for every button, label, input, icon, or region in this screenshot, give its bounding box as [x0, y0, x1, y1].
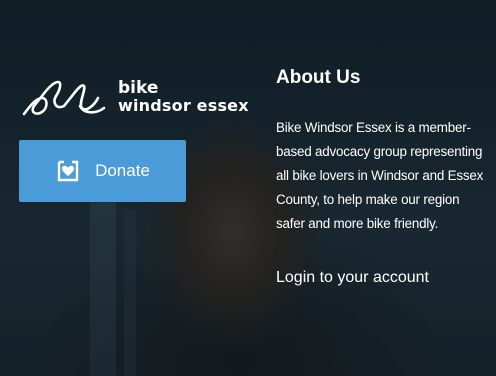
logo-line-2: windsor essex: [118, 96, 249, 115]
about-description: Bike Windsor Essex is a member-based adv…: [276, 120, 484, 231]
donate-button[interactable]: Donate: [19, 140, 186, 202]
logo-wordmark: bike windsor essex: [118, 78, 249, 115]
heart-page-icon: [57, 160, 79, 182]
bicycle-logo-icon: [22, 80, 106, 116]
donate-label: Donate: [95, 161, 150, 180]
about-heading: About Us: [276, 67, 361, 88]
site-logo[interactable]: bike windsor essex: [20, 76, 249, 118]
logo-line-1: bike: [118, 78, 159, 98]
login-link[interactable]: Login to your account: [276, 269, 429, 287]
